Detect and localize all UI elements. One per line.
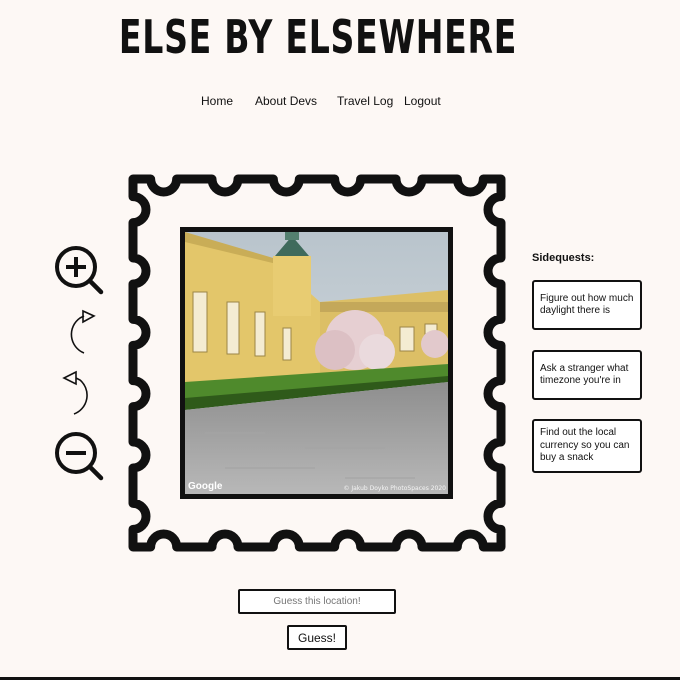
zoom-in-button[interactable] [50, 244, 110, 304]
street-view-image [185, 232, 448, 494]
sidequests-heading: Sidequests: [532, 252, 595, 264]
rotate-left-icon [62, 370, 88, 415]
photo-credit: © Jakub Doyko PhotoSpaces 2020 [343, 485, 446, 492]
guess-button[interactable]: Guess! [287, 625, 347, 650]
location-guess-input[interactable] [238, 589, 396, 614]
nav-logout-link[interactable]: Logout [404, 94, 441, 108]
zoom-in-icon [55, 246, 104, 295]
nav-about-devs-link[interactable]: About Devs [255, 94, 317, 108]
site-title: ELSE BY ELSEWHERE [118, 10, 518, 64]
sidequest-text: Find out the local currency so you can b… [540, 427, 630, 464]
nav-travel-log-link[interactable]: Travel Log [337, 94, 393, 108]
google-attribution: Google [188, 481, 223, 492]
main-nav: Home About Devs Travel Log Logout [0, 94, 680, 110]
zoom-out-icon [55, 432, 104, 481]
nav-home-link[interactable]: Home [201, 94, 233, 108]
sidequest-card[interactable]: Find out the local currency so you can b… [532, 419, 642, 473]
sidequest-text: Figure out how much daylight there is [540, 292, 634, 317]
street-view-photo[interactable]: Google © Jakub Doyko PhotoSpaces 2020 [185, 232, 448, 494]
sidequest-card[interactable]: Figure out how much daylight there is [532, 280, 642, 330]
rotate-right-icon [70, 309, 96, 354]
sidequest-card[interactable]: Ask a stranger what timezone you're in [532, 350, 642, 400]
zoom-out-button[interactable] [50, 430, 110, 490]
rotate-left-button[interactable] [50, 368, 110, 428]
sidequest-text: Ask a stranger what timezone you're in [540, 362, 629, 387]
sidequests-panel: Sidequests: Figure out how much daylight… [532, 252, 648, 473]
rotate-right-button[interactable] [50, 308, 110, 368]
